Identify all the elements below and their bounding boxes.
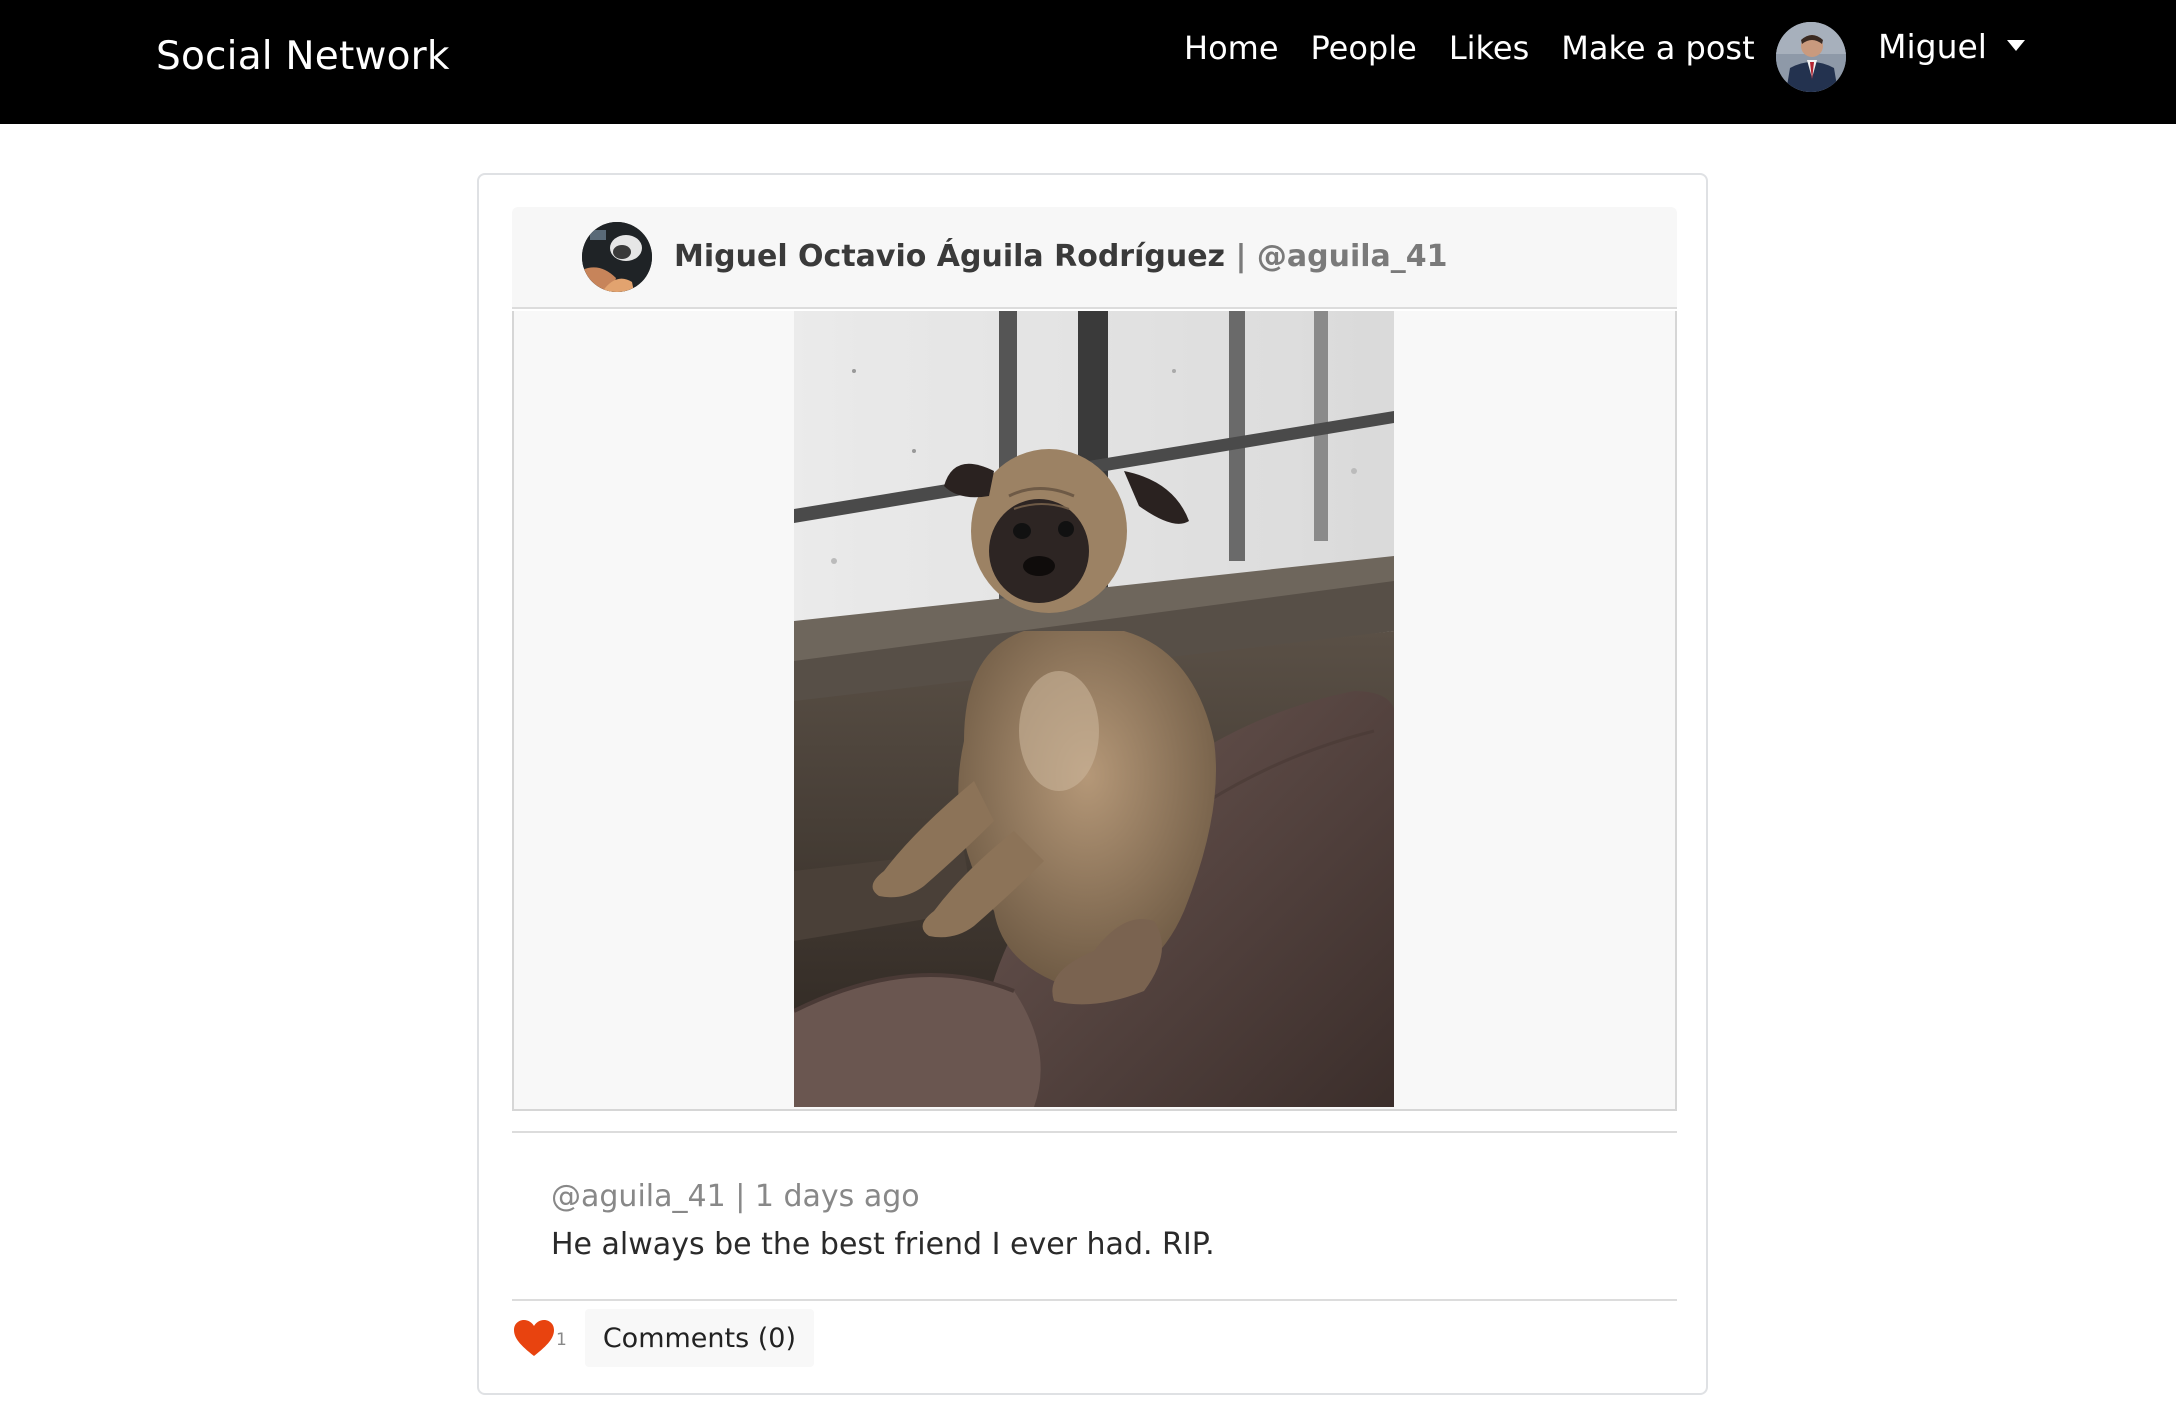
nav-link-home[interactable]: Home xyxy=(1184,26,1295,70)
like-button[interactable]: 1 xyxy=(512,1318,567,1358)
nav-link-make-a-post[interactable]: Make a post xyxy=(1545,26,1770,70)
navbar: Social Network Home People Likes Make a … xyxy=(0,0,2176,124)
post-image[interactable] xyxy=(794,311,1394,1107)
heart-icon[interactable] xyxy=(512,1318,556,1358)
post-card: Miguel Octavio Águila Rodríguez | @aguil… xyxy=(477,173,1708,1395)
divider xyxy=(512,1299,1677,1301)
comments-button[interactable]: Comments (0) xyxy=(584,1309,815,1367)
post-caption: He always be the best friend I ever had.… xyxy=(551,1227,1215,1262)
user-name[interactable]: Miguel xyxy=(1878,27,1987,66)
chevron-down-icon[interactable] xyxy=(2006,39,2025,51)
brand-link[interactable]: Social Network xyxy=(156,34,450,79)
nav-link-people[interactable]: People xyxy=(1295,26,1433,70)
nav-links: Home People Likes Make a post xyxy=(1184,26,1771,70)
post-actions: 1 Comments (0) xyxy=(512,1307,815,1369)
author-handle[interactable]: @aguila_41 xyxy=(1257,239,1448,274)
nav-link-likes[interactable]: Likes xyxy=(1433,26,1545,70)
author-avatar[interactable] xyxy=(582,222,652,292)
post-meta: @aguila_41 | 1 days ago xyxy=(551,1179,920,1214)
user-menu-toggle[interactable]: Miguel xyxy=(1776,22,2025,92)
user-avatar[interactable] xyxy=(1776,22,1846,92)
like-count: 1 xyxy=(556,1330,567,1350)
author-line: Miguel Octavio Águila Rodríguez | @aguil… xyxy=(674,239,1448,274)
post-header: Miguel Octavio Águila Rodríguez | @aguil… xyxy=(512,207,1677,309)
author-name[interactable]: Miguel Octavio Águila Rodríguez xyxy=(674,239,1225,274)
post-image-frame xyxy=(512,311,1677,1111)
divider xyxy=(512,1131,1677,1133)
author-separator: | xyxy=(1235,239,1247,274)
